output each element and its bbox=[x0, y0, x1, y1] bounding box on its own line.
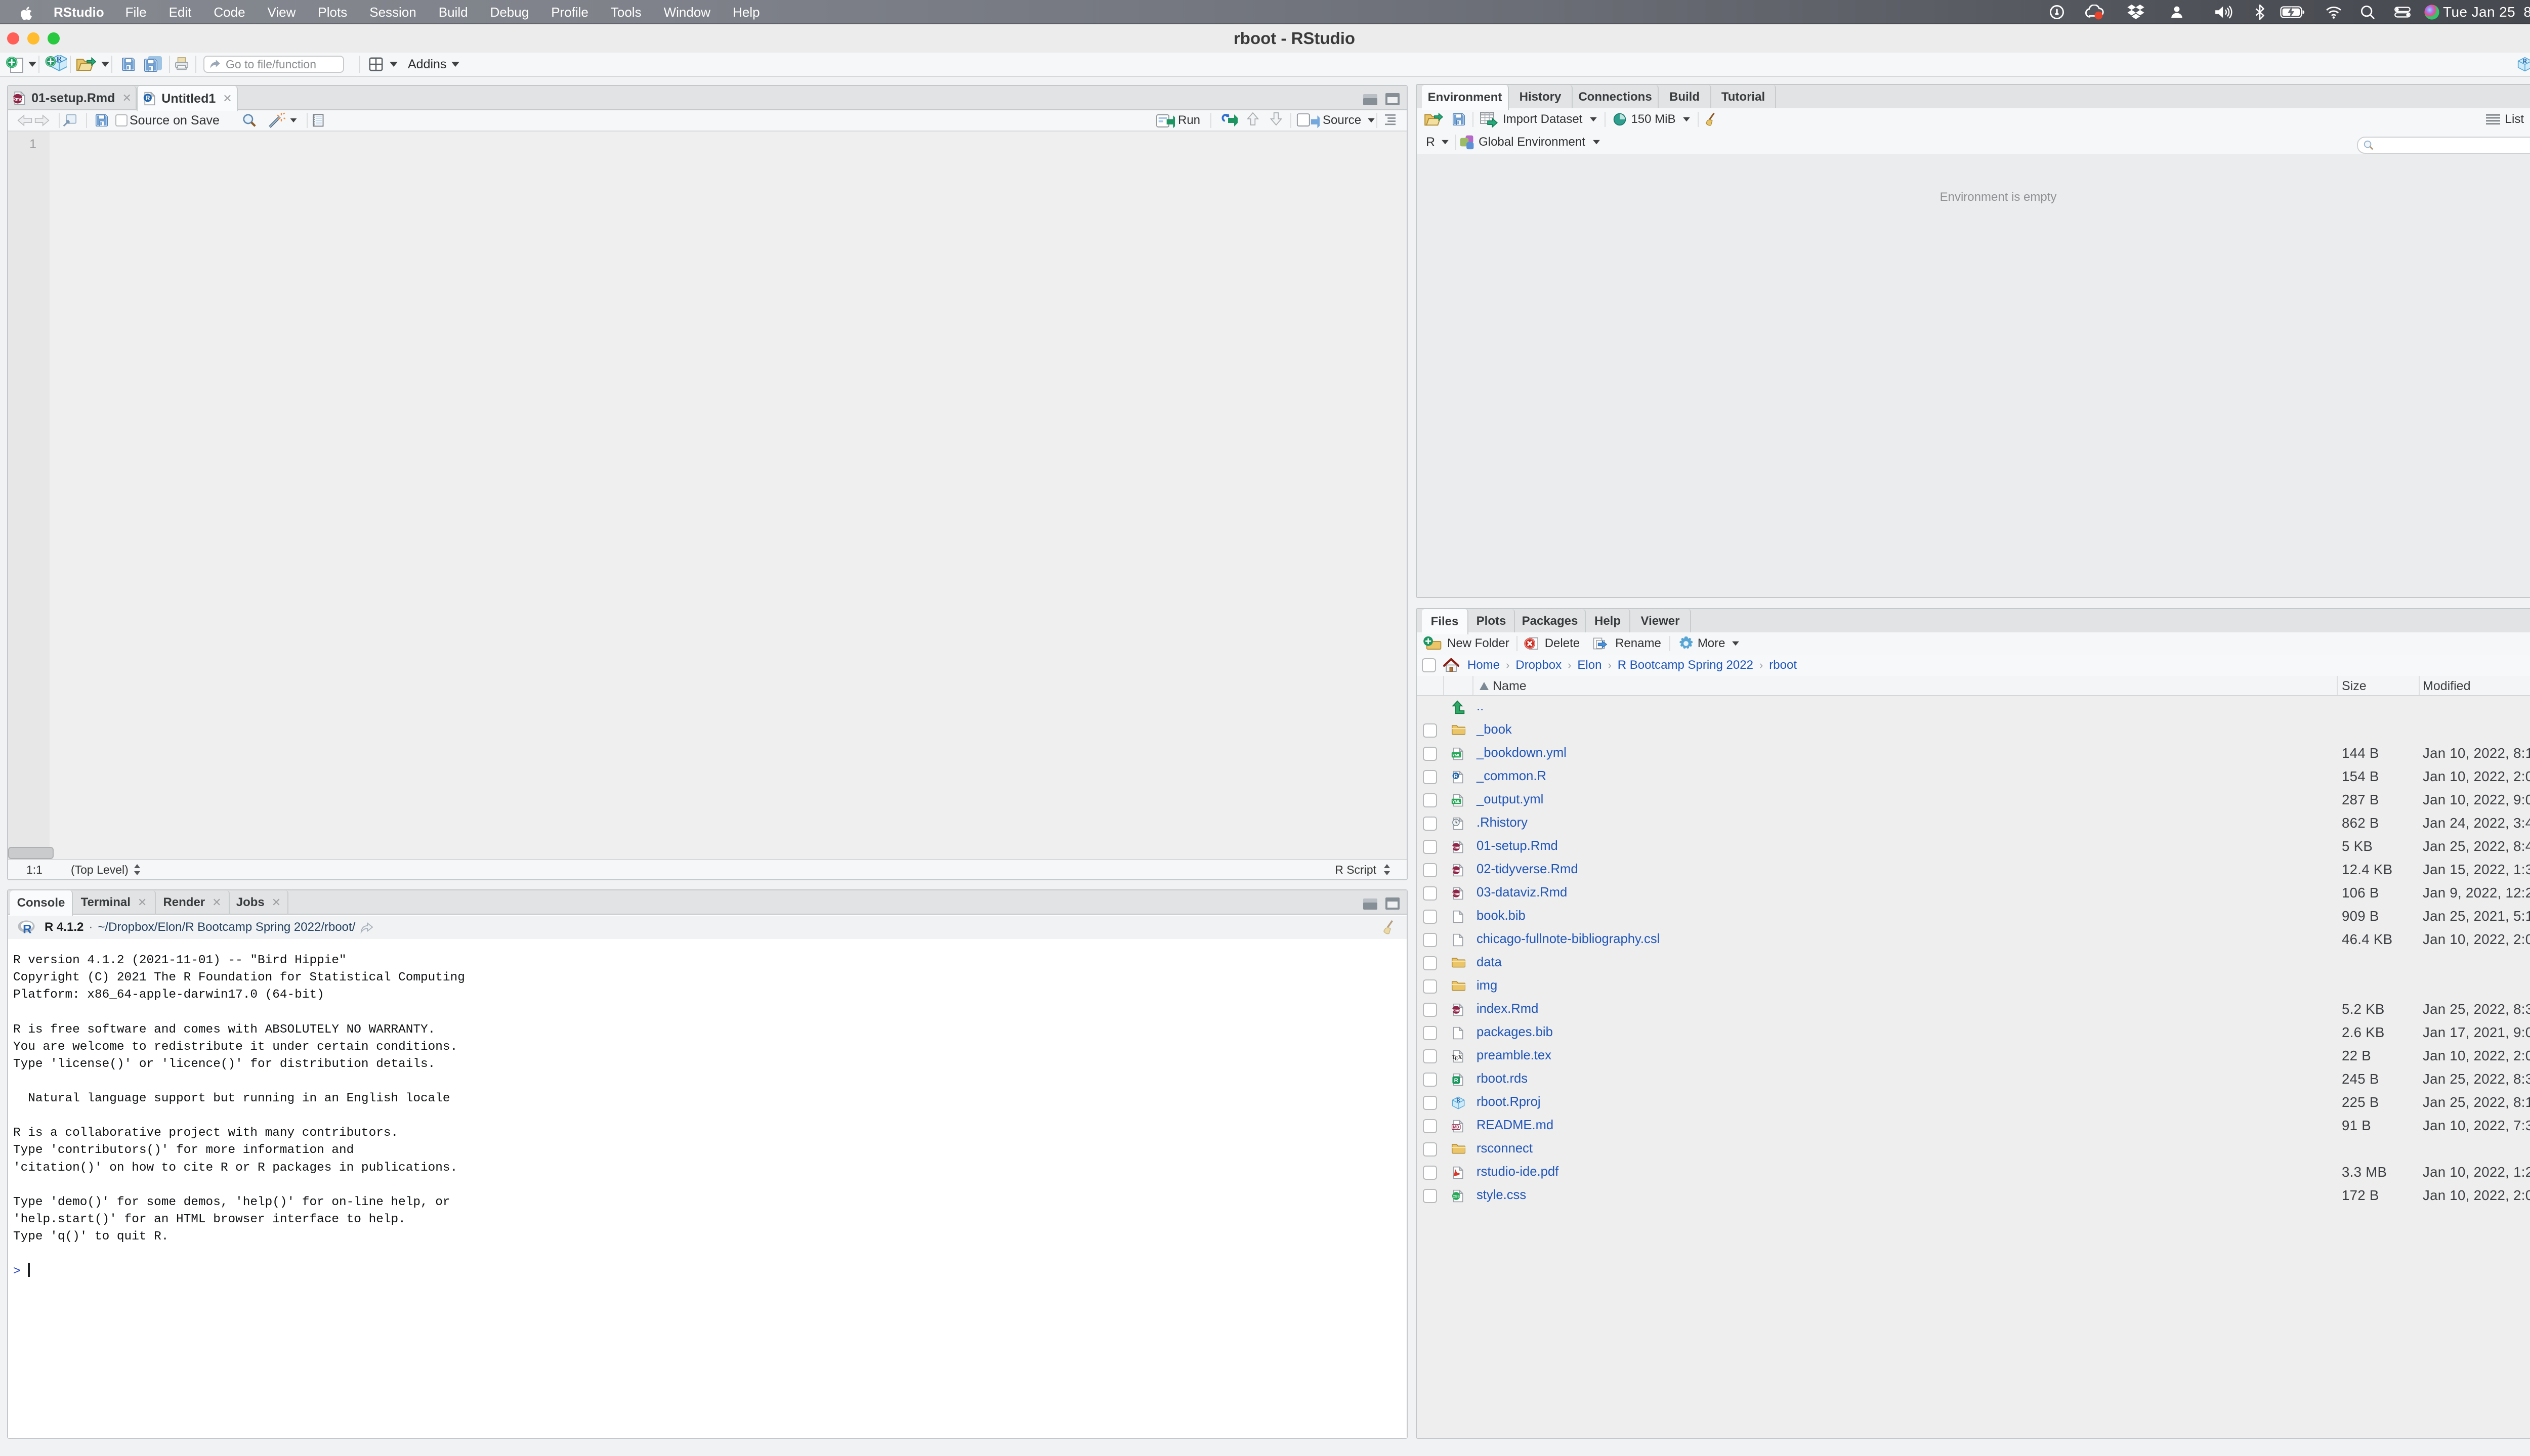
svg-text:Rmd: Rmd bbox=[1452, 868, 1460, 873]
svg-text:Rmd: Rmd bbox=[1452, 1008, 1460, 1012]
svg-text:MD: MD bbox=[1453, 1125, 1459, 1130]
svg-text:R: R bbox=[1454, 773, 1458, 779]
svg-text:YML: YML bbox=[1452, 753, 1460, 757]
svg-text:R: R bbox=[145, 94, 150, 102]
svg-text:R: R bbox=[1454, 1078, 1458, 1084]
svg-text:Rmd: Rmd bbox=[13, 97, 23, 102]
svg-text:Rmd: Rmd bbox=[1452, 891, 1460, 896]
svg-text:CSS: CSS bbox=[1453, 1195, 1460, 1198]
svg-text:YML: YML bbox=[1452, 799, 1460, 804]
svg-text:Rmd: Rmd bbox=[1452, 845, 1460, 849]
